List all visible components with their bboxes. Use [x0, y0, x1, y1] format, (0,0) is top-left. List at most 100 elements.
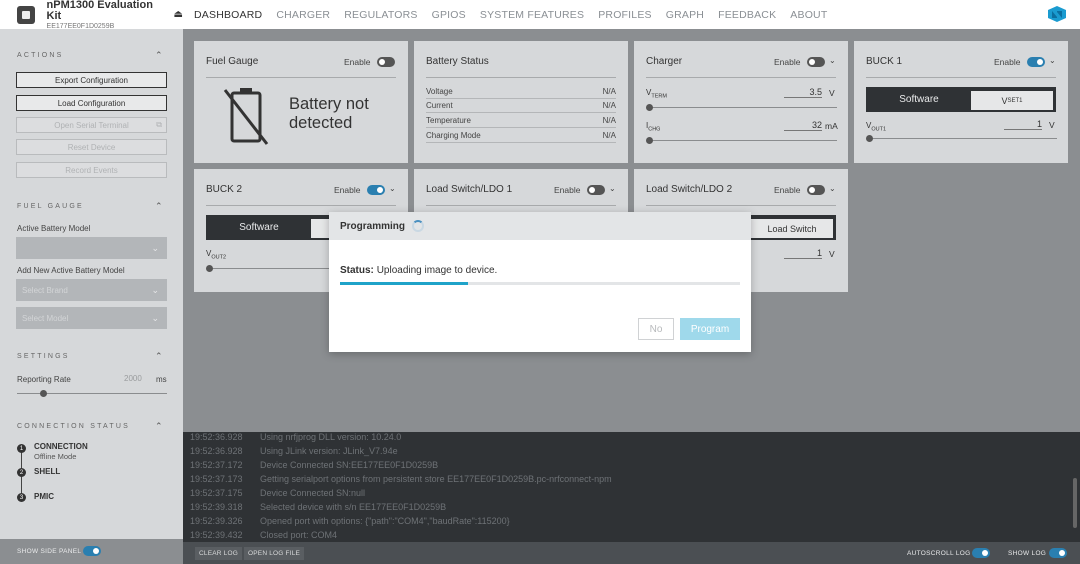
log-panel[interactable]: 19:52:36.928 Using nrfjprog DLL version: … [183, 432, 1080, 542]
active-battery-model-select[interactable]: ⌄ [16, 237, 167, 259]
ichg-slider-track[interactable] [649, 140, 837, 141]
tab-regulators[interactable]: REGULATORS [344, 9, 417, 21]
status-label: Status: [340, 265, 374, 276]
ldo2-vout-unit: V [829, 249, 835, 259]
voltage-row: Voltage N/A [426, 85, 616, 99]
ldo2-vout-input[interactable]: 1 [784, 248, 822, 259]
ichg-slider-knob[interactable] [646, 137, 653, 144]
chevron-down-icon: ⌄ [151, 284, 159, 295]
tab-feedback[interactable]: FEEDBACK [718, 9, 776, 21]
shell-step-title: SHELL [34, 467, 61, 476]
device-name: nPM1300 Evaluation Kit [46, 0, 153, 22]
autoscroll-log-toggle[interactable] [972, 548, 990, 558]
load-switch-mode-button[interactable]: Load Switch [751, 219, 833, 238]
log-timestamp: 19:52:39.326 [190, 516, 243, 526]
tab-graph[interactable]: GRAPH [666, 9, 704, 21]
tab-charger[interactable]: CHARGER [276, 9, 330, 21]
show-log-toggle[interactable] [1049, 548, 1067, 558]
reporting-rate-value[interactable]: 2000 [124, 374, 142, 383]
tab-profiles[interactable]: PROFILES [598, 9, 652, 21]
log-message: Opened port with options: {"path":"COM4"… [260, 516, 510, 526]
buck1-enable-toggle[interactable] [1027, 57, 1045, 67]
ichg-input[interactable]: 32 [784, 120, 822, 131]
progress-bar [340, 282, 740, 285]
show-log-label: SHOW LOG [1008, 550, 1047, 557]
vset1-mode-button[interactable]: V SET1 [971, 91, 1053, 110]
chevron-down-icon[interactable]: ⌄ [829, 184, 836, 193]
log-line: 19:52:36.928 Using nrfjprog DLL version: … [190, 432, 401, 442]
ldo1-enable-toggle[interactable] [587, 185, 605, 195]
log-message: Device Connected SN:EE177EE0F1D0259B [260, 460, 439, 470]
tab-gpios[interactable]: GPIOS [432, 9, 466, 21]
active-battery-model-label: Active Battery Model [17, 224, 91, 233]
reporting-rate-slider-knob[interactable] [40, 390, 47, 397]
row-value: N/A [602, 131, 616, 140]
connection-step-title: CONNECTION [34, 442, 88, 451]
export-configuration-button[interactable]: Export Configuration [16, 72, 167, 88]
card-divider [646, 77, 836, 78]
chevron-down-icon[interactable]: ⌄ [609, 184, 616, 193]
add-battery-model-label: Add New Active Battery Model [17, 266, 125, 275]
step-number: 3 [17, 493, 26, 502]
reset-device-button[interactable]: Reset Device [16, 139, 167, 155]
select-model-dropdown[interactable]: Select Model ⌄ [16, 307, 167, 329]
row-value: N/A [602, 87, 616, 96]
vout1-slider-knob[interactable] [866, 135, 873, 142]
select-brand-dropdown[interactable]: Select Brand ⌄ [16, 279, 167, 301]
tab-system-features[interactable]: SYSTEM FEATURES [480, 9, 584, 21]
software-mode-button[interactable]: Software [866, 87, 972, 112]
enable-label: Enable [334, 185, 361, 195]
external-link-icon: ⧉ [156, 120, 162, 129]
log-line: 19:52:37.173 Getting serialport options f… [190, 474, 612, 484]
buck2-enable-toggle[interactable] [367, 185, 385, 195]
tab-about[interactable]: ABOUT [790, 9, 827, 21]
chevron-up-icon[interactable]: ⌃ [155, 421, 163, 432]
device-selector[interactable]: nPM1300 Evaluation Kit EE177EE0F1D0259B … [0, 0, 183, 30]
vterm-slider-track[interactable] [649, 107, 837, 108]
vterm-label-sub: TERM [651, 93, 667, 100]
chevron-down-icon[interactable]: ⌄ [389, 184, 396, 193]
show-side-panel-toggle[interactable] [83, 546, 101, 556]
vout1-input[interactable]: 1 [1004, 119, 1042, 130]
program-button[interactable]: Program [680, 318, 740, 340]
vout2-slider-knob[interactable] [206, 265, 213, 272]
open-log-file-button[interactable]: OPEN LOG FILE [244, 547, 305, 560]
log-line: 19:52:37.172 Device Connected SN:EE177EE0… [190, 460, 438, 470]
charger-enable-toggle[interactable] [807, 57, 825, 67]
record-events-button[interactable]: Record Events [16, 162, 167, 178]
ldo2-enable-toggle[interactable] [807, 185, 825, 195]
log-timestamp: 19:52:37.173 [190, 474, 243, 484]
select-brand-placeholder: Select Brand [22, 285, 68, 295]
fuel-gauge-enable-toggle[interactable] [377, 57, 395, 67]
chevron-up-icon[interactable]: ⌃ [155, 201, 163, 212]
chevron-down-icon[interactable]: ⌄ [1049, 56, 1056, 65]
step-number: 2 [17, 468, 26, 477]
log-message: Closed port: COM4 [260, 530, 338, 540]
log-scrollbar[interactable] [1073, 478, 1077, 528]
log-timestamp: 19:52:39.432 [190, 530, 243, 540]
vterm-slider-knob[interactable] [646, 104, 653, 111]
no-button[interactable]: No [638, 318, 674, 340]
row-key: Voltage [426, 87, 453, 96]
chevron-up-icon[interactable]: ⌃ [155, 50, 163, 61]
card-divider [866, 77, 1056, 78]
chevron-up-icon[interactable]: ⌃ [155, 351, 163, 362]
nav-tabs: DASHBOARD CHARGER REGULATORS GPIOS SYSTE… [194, 0, 841, 29]
tab-dashboard[interactable]: DASHBOARD [194, 9, 262, 21]
connection-status-heading: CONNECTION STATUS [17, 423, 130, 430]
autoscroll-log-label: AUTOSCROLL LOG [907, 550, 971, 557]
vout1-unit: V [1049, 120, 1055, 130]
battery-slash-icon [223, 88, 269, 145]
eject-icon[interactable]: ⏏ [174, 9, 183, 20]
vterm-input[interactable]: 3.5 [784, 87, 822, 98]
fuel-gauge-heading: FUEL GAUGE [17, 203, 84, 210]
log-message: Using JLink version: JLink_V7.94e [260, 446, 398, 456]
clear-log-button[interactable]: CLEAR LOG [195, 547, 243, 560]
dialog-status: Status: Uploading image to device. [340, 265, 497, 276]
load-configuration-button[interactable]: Load Configuration [16, 95, 167, 111]
vout1-slider-track[interactable] [869, 138, 1057, 139]
chevron-down-icon[interactable]: ⌄ [829, 56, 836, 65]
open-serial-terminal-button[interactable]: Open Serial Terminal ⧉ [16, 117, 167, 133]
software-mode-button[interactable]: Software [206, 215, 312, 240]
connection-step-subtitle: Offline Mode [34, 452, 77, 461]
